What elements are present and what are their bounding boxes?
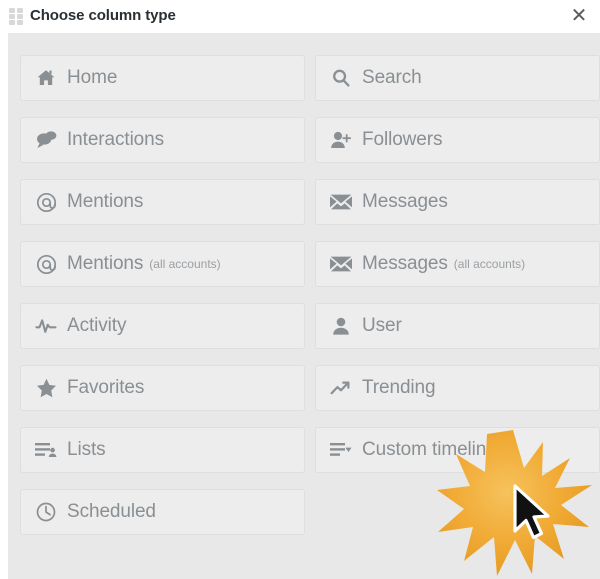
column-option-messages[interactable]: Messages (all accounts) <box>315 241 600 287</box>
column-option-label: Messages <box>362 191 448 212</box>
column-option-label: Custom timeline <box>362 439 497 460</box>
envelope-icon <box>330 191 352 213</box>
follower-add-icon <box>330 129 352 151</box>
column-option-home[interactable]: Home <box>20 55 305 101</box>
search-icon <box>330 67 352 89</box>
column-option-user[interactable]: User <box>315 303 600 349</box>
column-option-label: Favorites <box>67 377 145 398</box>
activity-pulse-icon <box>35 315 57 337</box>
interactions-icon <box>35 129 57 151</box>
trending-arrow-icon <box>330 377 352 399</box>
column-option-mentions[interactable]: Mentions <box>20 179 305 225</box>
column-option-mentions[interactable]: Mentions (all accounts) <box>20 241 305 287</box>
page-title: Choose column type <box>30 7 176 24</box>
column-option-label: Followers <box>362 129 443 150</box>
column-option-label: Lists <box>67 439 106 460</box>
home-icon <box>35 67 57 89</box>
column-option-label: Activity <box>67 315 127 336</box>
column-type-panel: Home Search Interactions Followers Mentions M… <box>8 33 600 579</box>
custom-timeline-icon <box>330 439 352 461</box>
column-option-label: User <box>362 315 402 336</box>
user-icon <box>330 315 352 337</box>
column-option-label: Interactions <box>67 129 165 150</box>
column-option-favorites[interactable]: Favorites <box>20 365 305 411</box>
column-option-label: Messages <box>362 253 448 274</box>
star-icon <box>35 377 57 399</box>
column-option-activity[interactable]: Activity <box>20 303 305 349</box>
column-option-label: Mentions <box>67 253 144 274</box>
column-option-custom-timeline[interactable]: Custom timeline <box>315 427 600 473</box>
column-option-label: Search <box>362 67 422 88</box>
close-icon[interactable]: ✕ <box>566 3 592 29</box>
column-option-label: Home <box>67 67 118 88</box>
column-option-label: Scheduled <box>67 501 156 522</box>
choose-column-type-modal: Choose column type ✕ Home Search Interacti… <box>0 0 600 579</box>
drag-dots-icon[interactable] <box>9 8 24 25</box>
column-type-grid: Home Search Interactions Followers Mentions M… <box>20 55 600 535</box>
column-option-label: Mentions <box>67 191 144 212</box>
at-mention-icon <box>35 191 57 213</box>
envelope-icon <box>330 253 352 275</box>
column-option-scheduled[interactable]: Scheduled <box>20 489 305 535</box>
at-mention-icon <box>35 253 57 275</box>
column-option-label: Trending <box>362 377 436 398</box>
clock-icon <box>35 501 57 523</box>
column-option-followers[interactable]: Followers <box>315 117 600 163</box>
column-option-trending[interactable]: Trending <box>315 365 600 411</box>
column-option-sublabel: (all accounts) <box>149 257 221 271</box>
column-option-messages[interactable]: Messages <box>315 179 600 225</box>
lists-icon <box>35 439 57 461</box>
column-option-search[interactable]: Search <box>315 55 600 101</box>
modal-header: Choose column type ✕ <box>0 0 600 33</box>
column-option-lists[interactable]: Lists <box>20 427 305 473</box>
column-option-interactions[interactable]: Interactions <box>20 117 305 163</box>
column-option-sublabel: (all accounts) <box>453 257 526 271</box>
